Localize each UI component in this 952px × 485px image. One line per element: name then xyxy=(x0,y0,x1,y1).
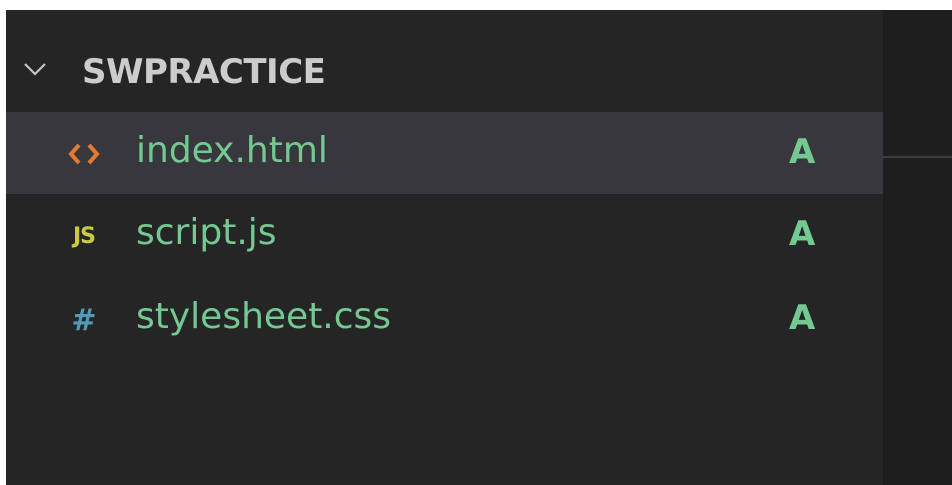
html-file-icon xyxy=(64,134,104,174)
editor-divider xyxy=(883,156,952,158)
git-status-badge: A xyxy=(789,298,816,338)
explorer-section-header[interactable]: SWPRACTICE xyxy=(6,42,883,102)
git-status-badge: A xyxy=(789,132,816,172)
file-row-index-html[interactable]: index.html A xyxy=(6,112,883,194)
top-border xyxy=(0,0,952,10)
file-row-stylesheet-css[interactable]: # stylesheet.css A xyxy=(6,278,883,360)
chevron-down-icon[interactable] xyxy=(22,56,48,82)
editor-area xyxy=(883,10,952,485)
vscode-explorer-screenshot: SWPRACTICE index.html A JS script.js A #… xyxy=(0,0,952,485)
file-name-label: script.js xyxy=(136,212,277,253)
explorer-section-title: SWPRACTICE xyxy=(82,52,326,92)
js-file-icon: JS xyxy=(72,223,96,249)
file-name-label: stylesheet.css xyxy=(136,296,392,337)
git-status-badge: A xyxy=(789,214,816,254)
css-file-icon: # xyxy=(71,302,97,338)
file-row-script-js[interactable]: JS script.js A xyxy=(6,194,883,276)
file-name-label: index.html xyxy=(136,130,328,171)
